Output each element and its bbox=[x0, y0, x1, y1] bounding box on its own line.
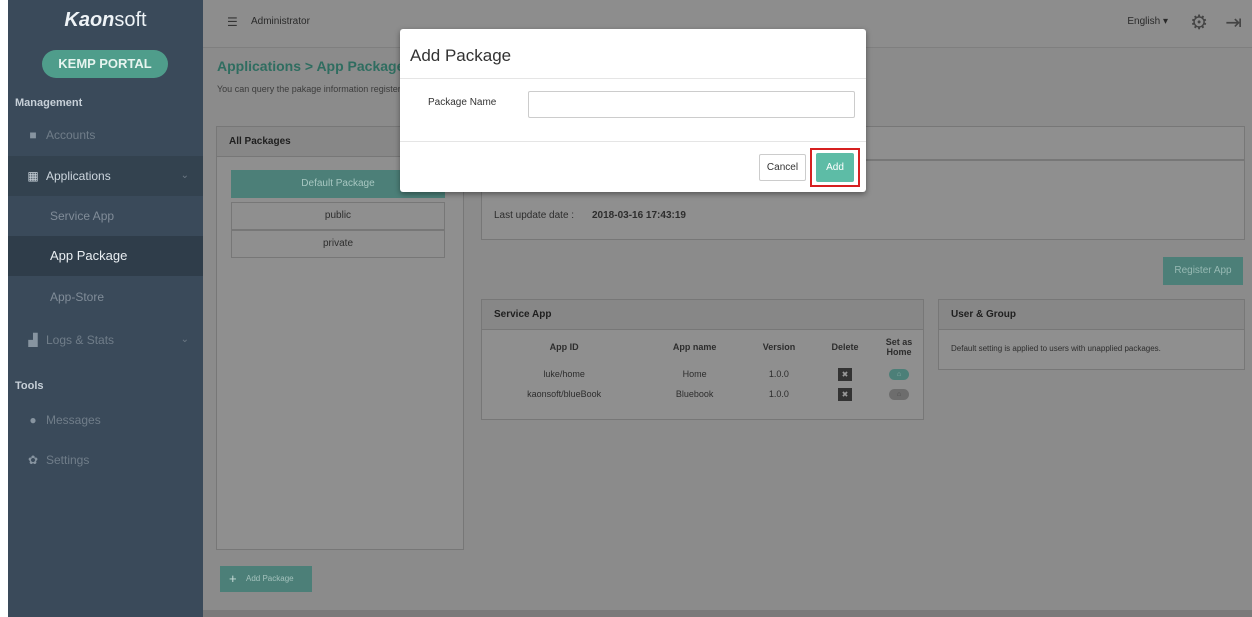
last-update-label: Last update date : bbox=[494, 210, 575, 221]
divider bbox=[400, 78, 866, 79]
home-cell: ⌂ bbox=[875, 384, 923, 404]
footer bbox=[203, 610, 1252, 617]
app-id-cell: luke/home bbox=[543, 369, 585, 379]
service-app-title: Service App bbox=[482, 300, 923, 330]
portal-button[interactable]: KEMP PORTAL bbox=[42, 50, 168, 78]
chevron-down-icon: ⌄ bbox=[180, 170, 189, 181]
version-cell: 1.0.0 bbox=[768, 369, 789, 379]
sidebar-item-service-app[interactable]: Service App bbox=[8, 196, 203, 236]
language-select[interactable]: English ▾ bbox=[1127, 16, 1168, 27]
section-management: Management bbox=[15, 97, 83, 109]
dialog-title: Add Package bbox=[410, 46, 512, 65]
package-item-public[interactable]: public bbox=[231, 202, 445, 230]
sidebar-item-settings[interactable]: ✿ Settings bbox=[8, 440, 203, 480]
briefcase-icon: ■ bbox=[29, 128, 37, 142]
sidebar-item-accounts[interactable]: ■ Accounts bbox=[8, 115, 203, 155]
home-icon[interactable]: ⌂ bbox=[889, 369, 909, 380]
sidebar-item-label: Service App bbox=[50, 209, 115, 223]
sidebar: Kaonsoft KEMP PORTAL Management ■ Accoun… bbox=[8, 0, 203, 617]
sidebar-item-applications[interactable]: ▦ Applications ⌄ bbox=[8, 156, 203, 196]
logout-icon[interactable]: ⇥ bbox=[1225, 10, 1242, 35]
plus-icon: + bbox=[229, 571, 237, 586]
add-button[interactable]: Add bbox=[816, 153, 854, 182]
sidebar-item-label: Accounts bbox=[46, 128, 96, 142]
grid-icon: ▦ bbox=[27, 169, 39, 183]
version-cell: 1.0.0 bbox=[768, 389, 789, 399]
column-header: Set as Home bbox=[885, 337, 913, 357]
sidebar-item-messages[interactable]: ● Messages bbox=[8, 400, 203, 440]
table-row: luke/home Home 1.0.0 ✖ ⌂ bbox=[482, 364, 923, 384]
settings-gear-icon[interactable]: ⚙ bbox=[1190, 10, 1208, 35]
delete-cell: ✖ bbox=[815, 384, 875, 404]
column-header: Version bbox=[762, 342, 796, 352]
cancel-button[interactable]: Cancel bbox=[759, 154, 806, 181]
sidebar-item-label: App-Store bbox=[50, 290, 105, 304]
column-header: App name bbox=[672, 342, 717, 352]
user-group-panel: User & Group Default setting is applied … bbox=[938, 299, 1245, 370]
user-group-title: User & Group bbox=[939, 300, 1244, 330]
table-header-row: App ID App name Version Delete Set as Ho… bbox=[482, 330, 923, 364]
sidebar-item-label: Messages bbox=[46, 413, 101, 427]
delete-cell: ✖ bbox=[815, 364, 875, 384]
bar-chart-icon: ▟ bbox=[28, 333, 38, 347]
service-app-panel: Service App App ID App name Version Dele… bbox=[481, 299, 924, 420]
divider bbox=[400, 141, 866, 142]
package-name-label: Package Name bbox=[428, 97, 497, 108]
table-row: kaonsoft/blueBook Bluebook 1.0.0 ✖ ⌂ bbox=[482, 384, 923, 404]
home-icon[interactable]: ⌂ bbox=[889, 389, 909, 400]
gear-icon: ✿ bbox=[27, 453, 39, 467]
package-item-private[interactable]: private bbox=[231, 230, 445, 258]
user-group-text: Default setting is applied to users with… bbox=[951, 344, 1161, 353]
column-header: Delete bbox=[831, 342, 859, 352]
chevron-down-icon: ⌄ bbox=[180, 334, 189, 345]
delete-icon[interactable]: ✖ bbox=[838, 387, 852, 401]
section-tools: Tools bbox=[15, 380, 44, 392]
app-name-cell: Home bbox=[682, 369, 707, 379]
delete-icon[interactable]: ✖ bbox=[838, 367, 852, 381]
sidebar-item-app-store[interactable]: App-Store bbox=[8, 277, 203, 317]
home-cell: ⌂ bbox=[875, 364, 923, 384]
sidebar-item-label: Logs & Stats bbox=[46, 333, 115, 347]
app-name-cell: Bluebook bbox=[675, 389, 714, 399]
sidebar-item-logs-stats[interactable]: ▟ Logs & Stats ⌄ bbox=[8, 320, 203, 360]
sidebar-item-app-package[interactable]: App Package bbox=[8, 236, 203, 276]
register-app-button[interactable]: Register App bbox=[1163, 257, 1243, 285]
app-id-cell: kaonsoft/blueBook bbox=[527, 389, 602, 399]
logo: Kaonsoft bbox=[64, 9, 147, 31]
page-title: Applications > App Package bbox=[217, 58, 405, 74]
sidebar-item-label: App Package bbox=[50, 248, 128, 263]
package-name-input[interactable] bbox=[528, 91, 855, 118]
service-app-table: App ID App name Version Delete Set as Ho… bbox=[482, 330, 923, 404]
add-package-dialog: Add Package Package Name Cancel Add bbox=[400, 29, 866, 192]
sidebar-item-label: Applications bbox=[46, 169, 111, 183]
add-package-button[interactable]: + Add Package bbox=[220, 566, 312, 592]
chat-icon: ● bbox=[29, 413, 37, 427]
menu-icon[interactable]: ☰ bbox=[227, 15, 238, 29]
sidebar-item-label: Settings bbox=[46, 453, 90, 467]
user-name: Administrator bbox=[251, 16, 310, 27]
last-update-value: 2018-03-16 17:43:19 bbox=[592, 210, 686, 221]
add-package-label: Add Package bbox=[246, 574, 294, 583]
column-header: App ID bbox=[549, 342, 579, 352]
